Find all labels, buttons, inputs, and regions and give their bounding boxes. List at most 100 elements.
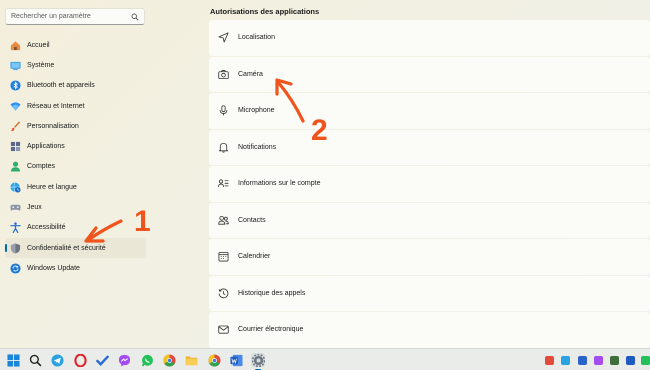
shield-icon [10, 243, 21, 254]
tray-messenger-icon[interactable] [594, 356, 603, 365]
sidebar-item-label: Windows Update [27, 264, 80, 272]
taskbar-telegram[interactable] [50, 353, 64, 367]
apps-icon [10, 141, 21, 152]
search-icon [29, 354, 41, 366]
sidebar-item-accueil[interactable]: Accueil [5, 35, 146, 55]
permission-label: Calendrier [238, 253, 271, 261]
sidebar-item-label: Applications [27, 143, 65, 151]
sidebar-item-label: Accueil [27, 41, 50, 49]
tray-chrome-icon[interactable] [545, 356, 554, 365]
accessibility-icon [10, 222, 21, 234]
tray-shield-icon[interactable] [578, 356, 587, 365]
permission-localisation[interactable]: Localisation [209, 20, 650, 56]
sidebar-item-applications[interactable]: Applications [5, 136, 146, 156]
bluetooth-icon [10, 80, 21, 91]
taskbar-chrome[interactable] [162, 353, 176, 367]
update-icon [10, 263, 21, 274]
opera-icon [73, 353, 87, 367]
camera-icon [217, 68, 229, 80]
sidebar-item-label: Système [27, 61, 55, 69]
permission-notifications[interactable]: Notifications [209, 129, 650, 165]
sidebar-item-label: Heure et langue [27, 183, 77, 191]
taskbar-todo[interactable] [95, 353, 109, 367]
home-icon [10, 40, 21, 51]
sidebar-item-label: Jeux [27, 204, 42, 212]
telegram-icon [50, 353, 64, 367]
tray-word-icon[interactable] [626, 356, 635, 365]
permission-label: Historique des appels [238, 289, 306, 297]
tray-checkmark-icon[interactable] [610, 356, 619, 365]
permission-microphone[interactable]: Microphone [209, 93, 650, 129]
microphone-icon [217, 105, 229, 117]
word-icon [229, 354, 243, 366]
chrome-icon [207, 353, 221, 367]
sidebar-item-label: Accessibilité [27, 224, 66, 232]
permission-contacts[interactable]: Contacts [209, 202, 650, 238]
folder-icon [185, 355, 197, 365]
search-box[interactable]: Rechercher un paramètre [5, 8, 145, 25]
sidebar-item-confidentialite[interactable]: Confidentialité et sécurité [5, 237, 146, 259]
permission-label: Courrier électronique [238, 326, 304, 334]
messenger-icon [118, 354, 130, 367]
permission-label: Localisation [238, 34, 275, 42]
permission-label: Caméra [238, 70, 263, 78]
chrome-icon [162, 353, 176, 367]
search-icon[interactable] [131, 13, 139, 21]
taskbar-chrome-profile[interactable] [207, 353, 221, 367]
sidebar-item-label: Bluetooth et appareils [27, 82, 95, 90]
main-content: Autorisations des applications Localisat… [209, 0, 650, 348]
sidebar-item-jeux[interactable]: Jeux [5, 197, 146, 217]
taskbar-file-explorer[interactable] [184, 353, 198, 367]
taskbar-search-button[interactable] [28, 353, 42, 367]
sidebar-item-label: Comptes [27, 163, 56, 171]
taskbar-messenger[interactable] [117, 353, 131, 367]
gamepad-icon [10, 202, 21, 213]
sidebar-item-label: Réseau et Internet [27, 102, 85, 110]
taskbar-opera[interactable] [73, 353, 87, 367]
sidebar-item-label: Personnalisation [27, 122, 79, 130]
permission-label: Informations sur le compte [238, 180, 321, 188]
bell-icon [217, 141, 229, 153]
history-icon [217, 287, 229, 299]
account-icon [10, 161, 21, 172]
whatsapp-icon [141, 354, 153, 366]
tray-telegram-icon[interactable] [561, 356, 570, 365]
sidebar-item-personnalisation[interactable]: Personnalisation [5, 116, 146, 136]
section-title: Autorisations des applications [210, 7, 320, 16]
sidebar-item-windows-update[interactable]: Windows Update [5, 258, 146, 278]
search-input[interactable]: Rechercher un paramètre [11, 13, 131, 20]
start-button[interactable] [6, 353, 20, 367]
permission-calendrier[interactable]: Calendrier [209, 239, 650, 275]
sidebar-item-systeme[interactable]: Système [5, 55, 146, 75]
sidebar-item-accessibilite[interactable]: Accessibilité [5, 218, 146, 238]
account-info-icon [217, 178, 229, 190]
permission-informations-compte[interactable]: Informations sur le compte [209, 166, 650, 202]
gear-icon [251, 353, 265, 367]
sidebar: Rechercher un paramètre Accueil Système … [0, 0, 205, 348]
permission-label: Notifications [238, 143, 277, 151]
brush-icon [10, 121, 21, 132]
permission-courrier[interactable]: Courrier électronique [209, 312, 650, 348]
calendar-icon [217, 251, 229, 263]
sidebar-item-bluetooth[interactable]: Bluetooth et appareils [5, 76, 146, 96]
taskbar-whatsapp[interactable] [140, 353, 154, 367]
taskbar-settings[interactable] [251, 353, 265, 367]
globe-clock-icon [10, 182, 21, 193]
sidebar-item-comptes[interactable]: Comptes [5, 157, 146, 177]
sidebar-nav: Accueil Système Bluetooth et appareils R… [5, 35, 146, 279]
mail-icon [217, 324, 229, 336]
taskbar-word[interactable] [229, 353, 243, 367]
permission-camera[interactable]: Caméra [209, 56, 650, 92]
permission-label: Contacts [238, 216, 266, 224]
permission-label: Microphone [238, 107, 275, 115]
permissions-list: Localisation Caméra Microphone Notificat… [209, 20, 650, 349]
windows-logo-icon [6, 353, 20, 367]
checkmark-icon [95, 355, 109, 366]
permission-historique-appels[interactable]: Historique des appels [209, 275, 650, 311]
tray-whatsapp-icon[interactable] [641, 356, 650, 365]
sidebar-item-reseau[interactable]: Réseau et Internet [5, 96, 146, 116]
contacts-icon [217, 214, 229, 226]
location-icon [217, 32, 229, 44]
sidebar-item-heure[interactable]: Heure et langue [5, 177, 146, 197]
sidebar-item-label: Confidentialité et sécurité [27, 244, 106, 252]
